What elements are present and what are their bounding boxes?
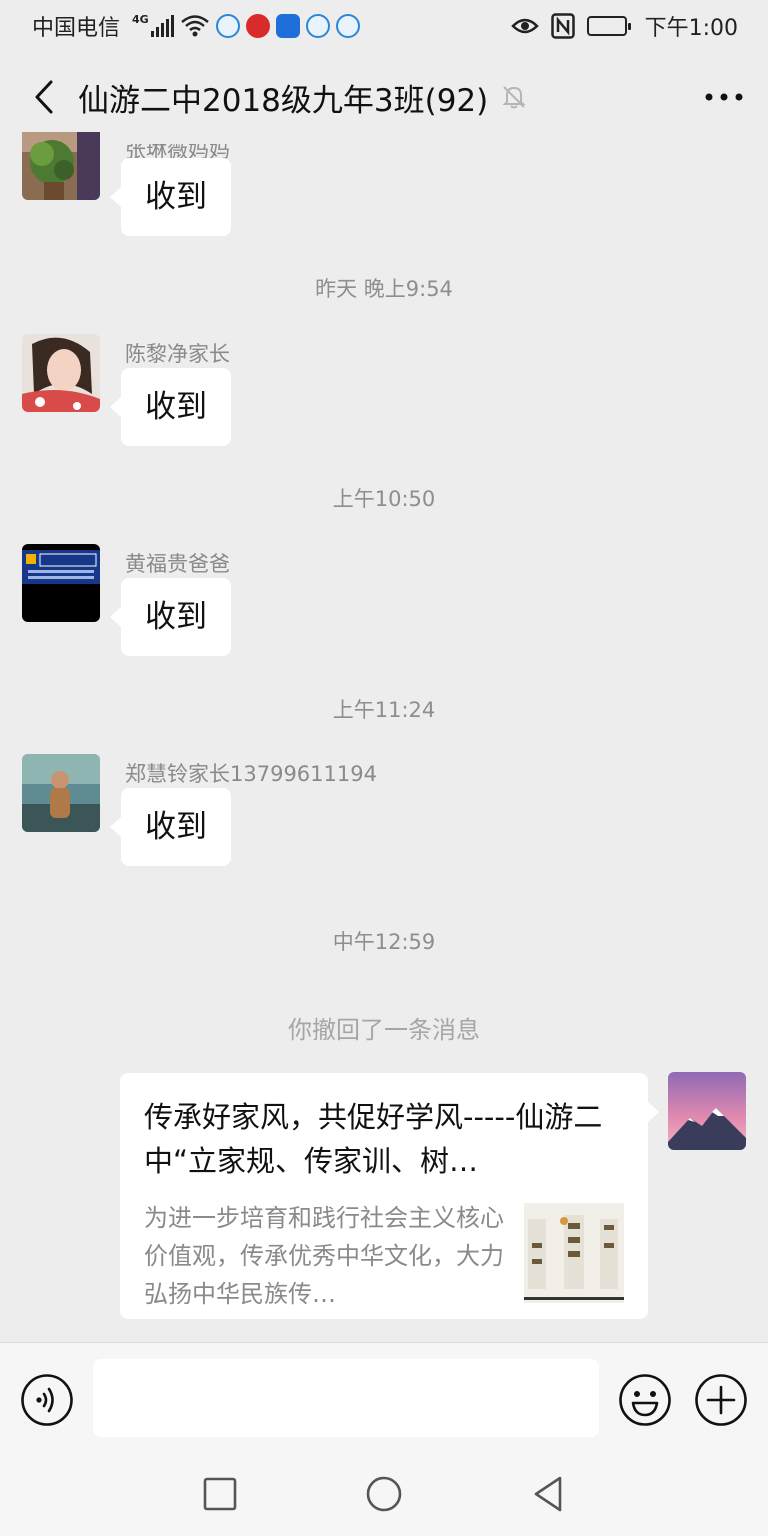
more-button[interactable] <box>704 77 744 117</box>
app-icon <box>215 14 240 38</box>
woman-photo <box>22 334 100 412</box>
child-photo <box>22 754 100 832</box>
message-bubble[interactable]: 收到 <box>110 158 231 236</box>
more-icon[interactable] <box>704 92 744 102</box>
chat-title[interactable]: 仙游二中2018级九年3班(92) <box>78 75 488 120</box>
link-card[interactable]: 传承好家风，共促好学风-----仙游二中“立家规、传家训、树… 为进一步培育和践… <box>120 1073 659 1319</box>
sender-name: 黄福贵爸爸 <box>125 552 230 576</box>
timestamp: 上午11:24 <box>332 698 436 722</box>
shield-icon <box>275 14 300 38</box>
self-avatar[interactable] <box>668 1072 746 1150</box>
mute-bell-icon <box>502 86 526 109</box>
calligraphy-thumbnail <box>524 1203 624 1303</box>
system-navigation-bar <box>0 1454 768 1536</box>
status-bar: 中国电信 4G 下午1:00 <box>0 0 768 52</box>
recalled-message-notice[interactable]: 你撤回了一条消息 <box>0 1010 768 1045</box>
recent-apps-icon[interactable] <box>198 1472 242 1516</box>
back-triangle-icon[interactable] <box>526 1472 570 1516</box>
app-icon <box>335 14 360 38</box>
carrier-name: 中国电信 <box>32 16 121 41</box>
signal-icon <box>150 15 174 37</box>
message-bubble[interactable]: 收到 <box>110 578 231 656</box>
plant-photo <box>22 132 100 200</box>
chat-header: 仙游二中2018级九年3班(92) <box>0 52 768 142</box>
app-icon <box>305 14 330 38</box>
battery-icon <box>586 16 631 36</box>
emoji-icon[interactable] <box>618 1373 672 1427</box>
home-icon[interactable] <box>362 1472 406 1516</box>
timestamp: 上午10:50 <box>332 487 436 511</box>
input-bar <box>0 1342 768 1454</box>
plus-icon[interactable] <box>694 1373 748 1427</box>
wifi-icon <box>180 15 209 37</box>
avatar[interactable] <box>22 544 100 622</box>
timestamp: 昨天 晚上9:54 <box>315 277 453 301</box>
network-type: 4G <box>132 12 149 26</box>
sender-name: 陈黎净家长 <box>125 342 230 366</box>
avatar[interactable] <box>22 754 100 832</box>
avatar[interactable] <box>22 334 100 412</box>
message-input[interactable] <box>93 1359 599 1437</box>
message-bubble[interactable]: 收到 <box>110 368 231 446</box>
link-card-description: 为进一步培育和践行社会主义核心价值观，传承优秀中华文化，大力弘扬中华民族传… <box>144 1204 504 1308</box>
weibo-icon <box>245 14 270 38</box>
mountain-photo <box>668 1072 746 1150</box>
sender-name: 郑慧铃家长13799611194 <box>125 762 377 786</box>
voice-icon[interactable] <box>20 1373 74 1427</box>
eye-icon <box>510 18 539 34</box>
nfc-icon <box>550 13 575 39</box>
message-list[interactable]: 张琳薇妈妈 收到 昨天 晚上9:54 陈黎净家长 收到 上午10:50 黄福贵爸… <box>0 132 768 1342</box>
message-bubble[interactable]: 收到 <box>110 788 231 866</box>
link-card-title: 传承好家风，共促好学风-----仙游二中“立家规、传家训、树… <box>144 1100 603 1178</box>
back-button[interactable] <box>24 77 64 117</box>
timestamp: 中午12:59 <box>332 930 436 954</box>
avatar[interactable] <box>22 132 100 200</box>
back-icon[interactable] <box>32 79 56 115</box>
clock: 下午1:00 <box>644 16 738 41</box>
shop-sign-photo <box>22 544 100 622</box>
